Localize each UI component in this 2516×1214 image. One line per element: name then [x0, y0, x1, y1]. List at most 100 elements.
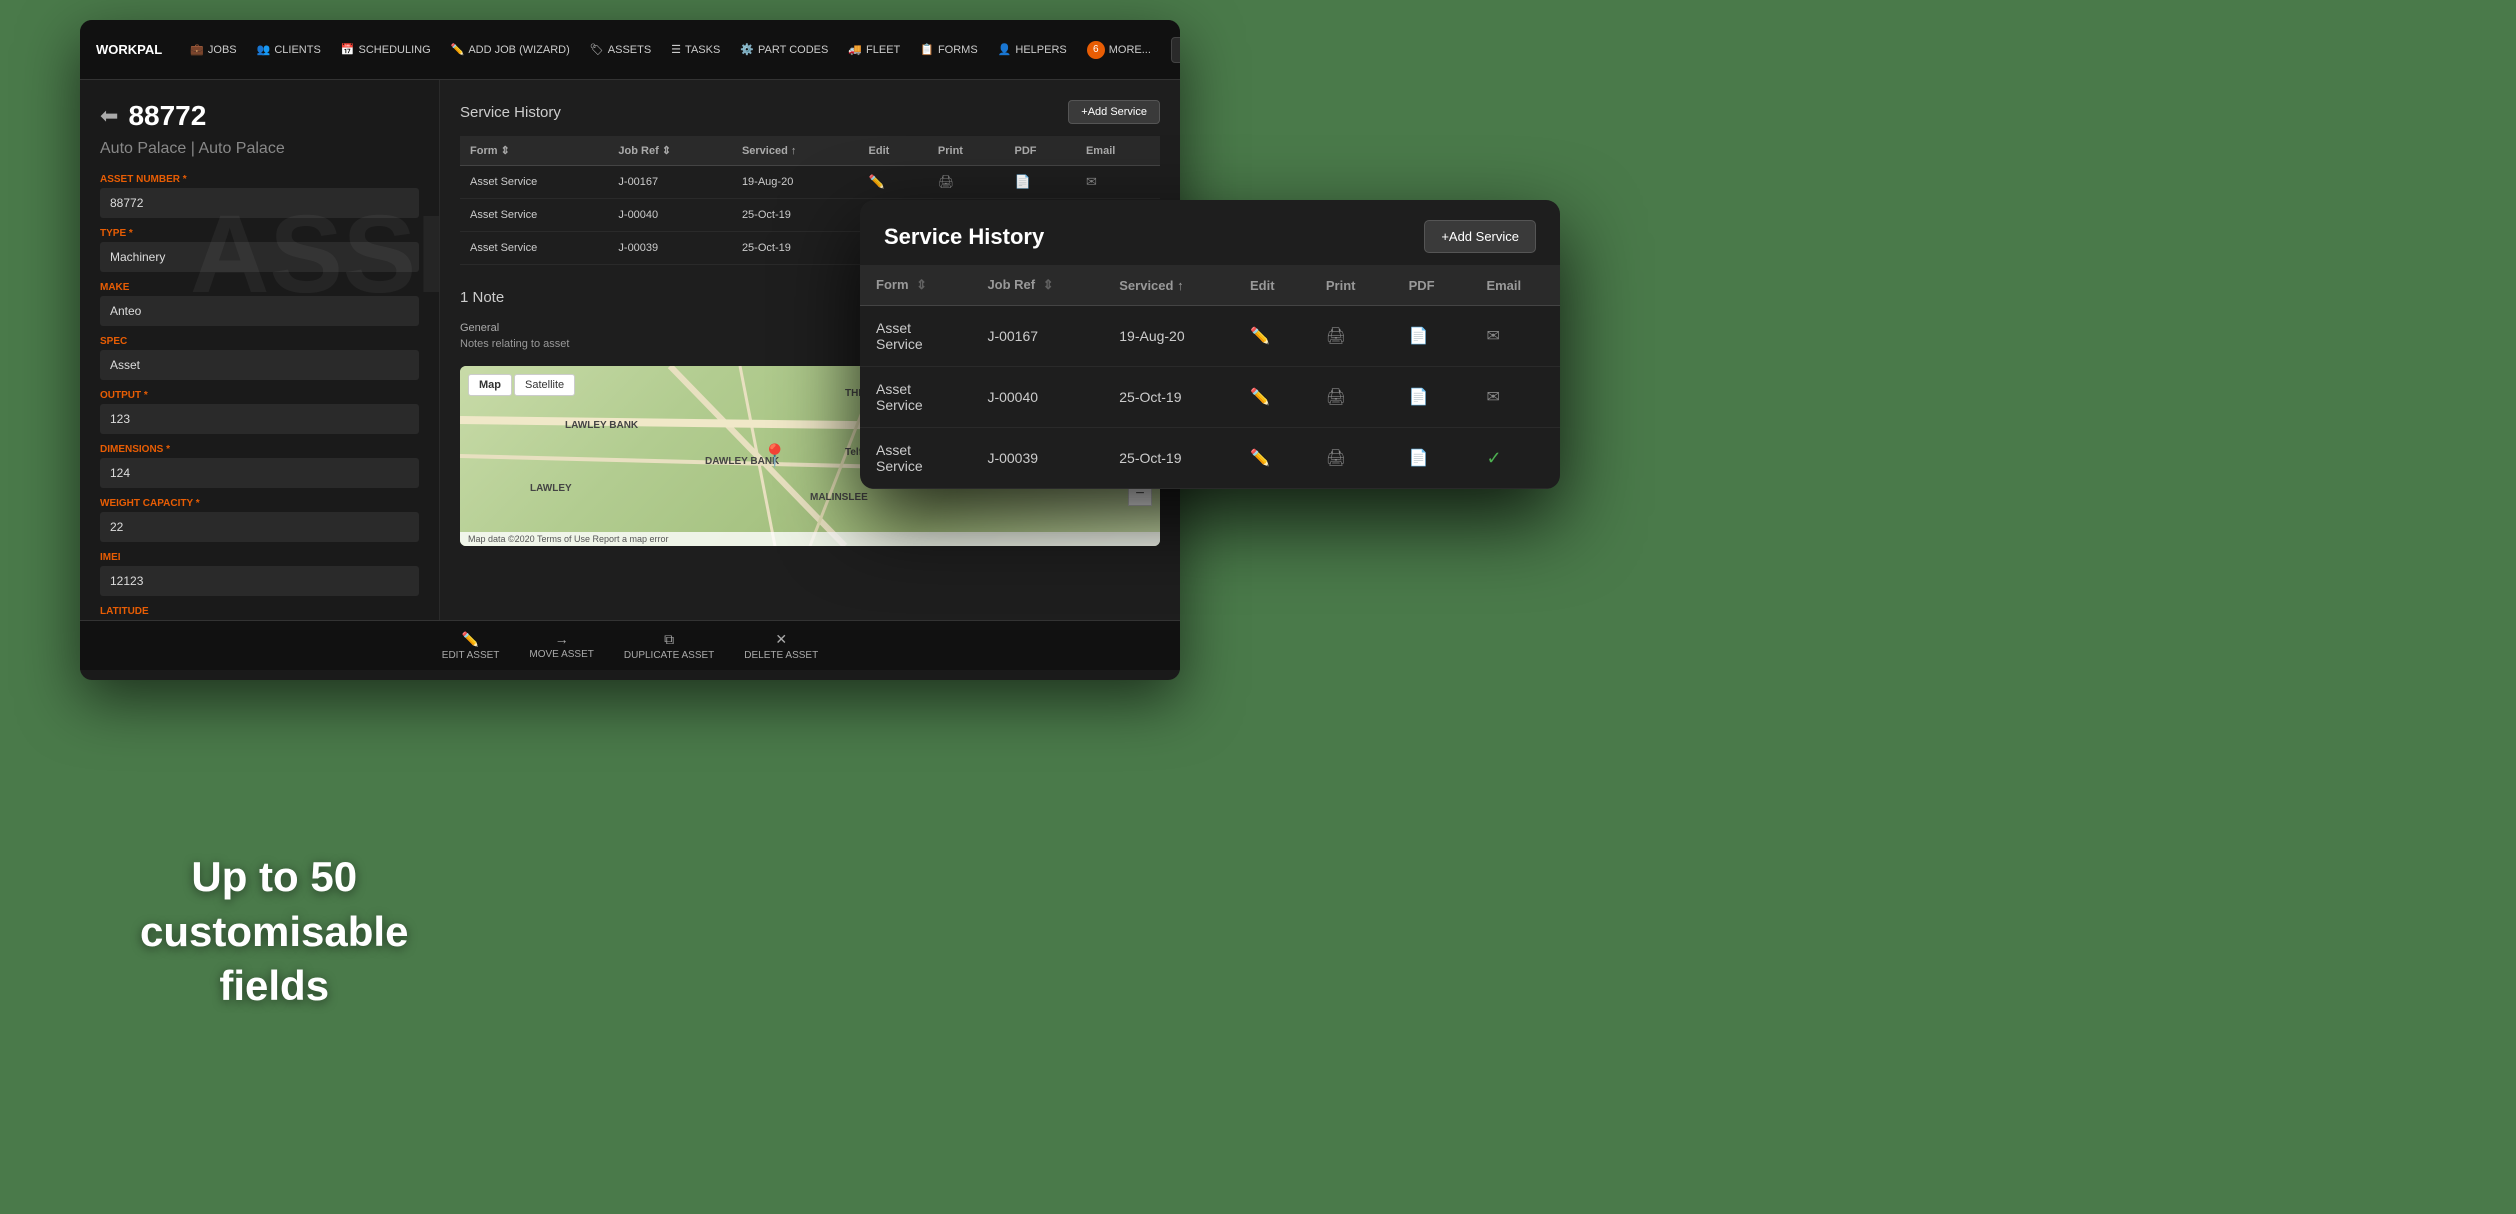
- pdf-icon-0[interactable]: 📄: [1015, 174, 1031, 189]
- card-form-2: AssetService: [860, 428, 971, 489]
- card-print-0[interactable]: 🖨: [1326, 328, 1346, 345]
- floating-service-card: Service History +Add Service Form ⇕ Job …: [860, 200, 1560, 489]
- add-service-button[interactable]: +Add Service: [1068, 100, 1160, 124]
- card-edit-1[interactable]: ✏️: [1250, 389, 1270, 406]
- add-job-icon: ✏️: [451, 43, 465, 56]
- card-print-1[interactable]: 🖨: [1326, 389, 1346, 406]
- card-col-serviced: Serviced ↑: [1103, 265, 1234, 306]
- edit-asset-label: EDIT ASSET: [442, 650, 500, 661]
- field-label-spec: SPEC: [100, 336, 419, 347]
- duplicate-asset-action[interactable]: ⧉ DUPLICATE ASSET: [624, 631, 714, 661]
- card-service-table: Form ⇕ Job Ref ⇕ Serviced ↑ Edit Print P…: [860, 265, 1560, 489]
- scheduling-icon: 📅: [341, 43, 355, 56]
- service-table-header-row: Form ⇕ Job Ref ⇕ Serviced ↑ Edit Print P…: [460, 136, 1160, 166]
- nav-add-job[interactable]: ✏️ ADD JOB (WIZARD): [451, 43, 570, 56]
- card-form-0: AssetService: [860, 306, 971, 367]
- nav-assets[interactable]: 🏷 ASSETS: [590, 43, 651, 56]
- card-form-1: AssetService: [860, 367, 971, 428]
- col-edit: Edit: [859, 136, 928, 166]
- nav-jobs[interactable]: 💼 JOBS: [190, 43, 236, 56]
- top-nav: WORKPAL 💼 JOBS 👥 CLIENTS 📅 SCHEDULING ✏️…: [80, 20, 1180, 80]
- card-edit-2[interactable]: ✏️: [1250, 450, 1270, 467]
- duplicate-asset-icon: ⧉: [664, 631, 674, 648]
- field-value-type[interactable]: Machinery: [100, 242, 419, 272]
- field-type: TYPE * Machinery: [100, 228, 419, 272]
- field-value-make[interactable]: Anteo: [100, 296, 419, 326]
- map-tab-satellite[interactable]: Satellite: [514, 374, 575, 396]
- field-value-output[interactable]: 123: [100, 404, 419, 434]
- card-col-pdf: PDF: [1393, 265, 1471, 306]
- field-label-asset-number: ASSET NUMBER *: [100, 174, 419, 185]
- field-value-asset-number[interactable]: 88772: [100, 188, 419, 218]
- clients-icon: 👥: [257, 43, 271, 56]
- nav-clients[interactable]: 👥 CLIENTS: [257, 43, 321, 56]
- field-dimensions: DIMENSIONS * 124: [100, 444, 419, 488]
- card-header-row: Form ⇕ Job Ref ⇕ Serviced ↑ Edit Print P…: [860, 265, 1560, 306]
- card-print-2[interactable]: 🖨: [1326, 450, 1346, 467]
- print-icon-0[interactable]: 🖨: [938, 174, 955, 189]
- map-label-lawley-bank: LAWLEY BANK: [565, 420, 638, 431]
- cell-form-2: Asset Service: [460, 232, 608, 265]
- nav-scheduling[interactable]: 📅 SCHEDULING: [341, 43, 431, 56]
- nav-more[interactable]: 6 MORE...: [1087, 41, 1151, 59]
- card-job-2: J-00039: [971, 428, 1103, 489]
- cell-serviced-2: 25-Oct-19: [732, 232, 859, 265]
- nav-fleet[interactable]: 🚚 FLEET: [848, 43, 900, 56]
- move-asset-label: MOVE ASSET: [529, 649, 593, 660]
- nav-forms[interactable]: 📋 FORMS: [920, 43, 977, 56]
- map-tab-map[interactable]: Map: [468, 374, 512, 396]
- back-button[interactable]: ⬅: [100, 103, 118, 129]
- card-email-1[interactable]: ✉: [1486, 389, 1499, 406]
- card-col-job-ref: Job Ref ⇕: [971, 265, 1103, 306]
- field-label-output: OUTPUT *: [100, 390, 419, 401]
- map-footer: Map data ©2020 Terms of Use Report a map…: [460, 532, 1160, 546]
- card-check-2[interactable]: ✓: [1486, 448, 1501, 468]
- map-label-malinslee: MALINSLEE: [810, 492, 868, 503]
- col-job-ref: Job Ref ⇕: [608, 136, 732, 166]
- col-form: Form ⇕: [460, 136, 608, 166]
- card-col-email: Email: [1470, 265, 1560, 306]
- brand-logo: WORKPAL: [96, 42, 162, 57]
- cell-job-2: J-00039: [608, 232, 732, 265]
- nav-part-codes[interactable]: ⚙️ PART CODES: [740, 43, 828, 56]
- nav-helpers[interactable]: 👤 HELPERS: [998, 43, 1067, 56]
- delete-asset-icon: ✕: [775, 631, 787, 648]
- card-add-service-button[interactable]: +Add Service: [1424, 220, 1536, 253]
- delete-asset-action[interactable]: ✕ DELETE ASSET: [744, 631, 818, 661]
- edit-asset-icon: ✏️: [462, 631, 479, 648]
- card-title: Service History: [884, 224, 1044, 250]
- nav-tasks[interactable]: ☰ TASKS: [671, 43, 720, 56]
- card-col-edit: Edit: [1234, 265, 1310, 306]
- field-value-spec[interactable]: Asset: [100, 350, 419, 380]
- field-label-make: MAKE: [100, 282, 419, 293]
- edit-icon-0[interactable]: ✏️: [869, 174, 885, 189]
- card-edit-0[interactable]: ✏️: [1250, 328, 1270, 345]
- page-subtitle: Auto Palace | Auto Palace: [100, 140, 419, 158]
- email-icon-0[interactable]: ✉: [1086, 174, 1097, 189]
- map-pin: 📍: [761, 443, 788, 469]
- more-badge: 6: [1087, 41, 1105, 59]
- helpers-icon: 👤: [998, 43, 1012, 56]
- search-input[interactable]: [1171, 37, 1180, 63]
- edit-asset-action[interactable]: ✏️ EDIT ASSET: [442, 631, 500, 661]
- field-value-dimensions[interactable]: 124: [100, 458, 419, 488]
- field-value-weight[interactable]: 22: [100, 512, 419, 542]
- cell-form-1: Asset Service: [460, 199, 608, 232]
- card-row-0: AssetService J-00167 19-Aug-20 ✏️ 🖨 📄 ✉: [860, 306, 1560, 367]
- note-category-0: General: [460, 322, 499, 334]
- field-spec: SPEC Asset: [100, 336, 419, 380]
- left-panel: ASSET ⬅ 88772 Auto Palace | Auto Palace …: [80, 80, 440, 620]
- fleet-icon: 🚚: [848, 43, 862, 56]
- field-output: OUTPUT * 123: [100, 390, 419, 434]
- card-pdf-2[interactable]: 📄: [1409, 450, 1429, 467]
- notes-title: 1 Note: [460, 289, 504, 306]
- service-history-title: Service History: [460, 104, 561, 121]
- assets-icon: 🏷: [590, 43, 604, 56]
- card-pdf-0[interactable]: 📄: [1409, 328, 1429, 345]
- move-asset-action[interactable]: → MOVE ASSET: [529, 631, 593, 660]
- card-pdf-1[interactable]: 📄: [1409, 389, 1429, 406]
- card-header: Service History +Add Service: [860, 200, 1560, 265]
- field-value-imei[interactable]: 12123: [100, 566, 419, 596]
- card-email-0[interactable]: ✉: [1486, 328, 1499, 345]
- bottom-bar: ✏️ EDIT ASSET → MOVE ASSET ⧉ DUPLICATE A…: [80, 620, 1180, 670]
